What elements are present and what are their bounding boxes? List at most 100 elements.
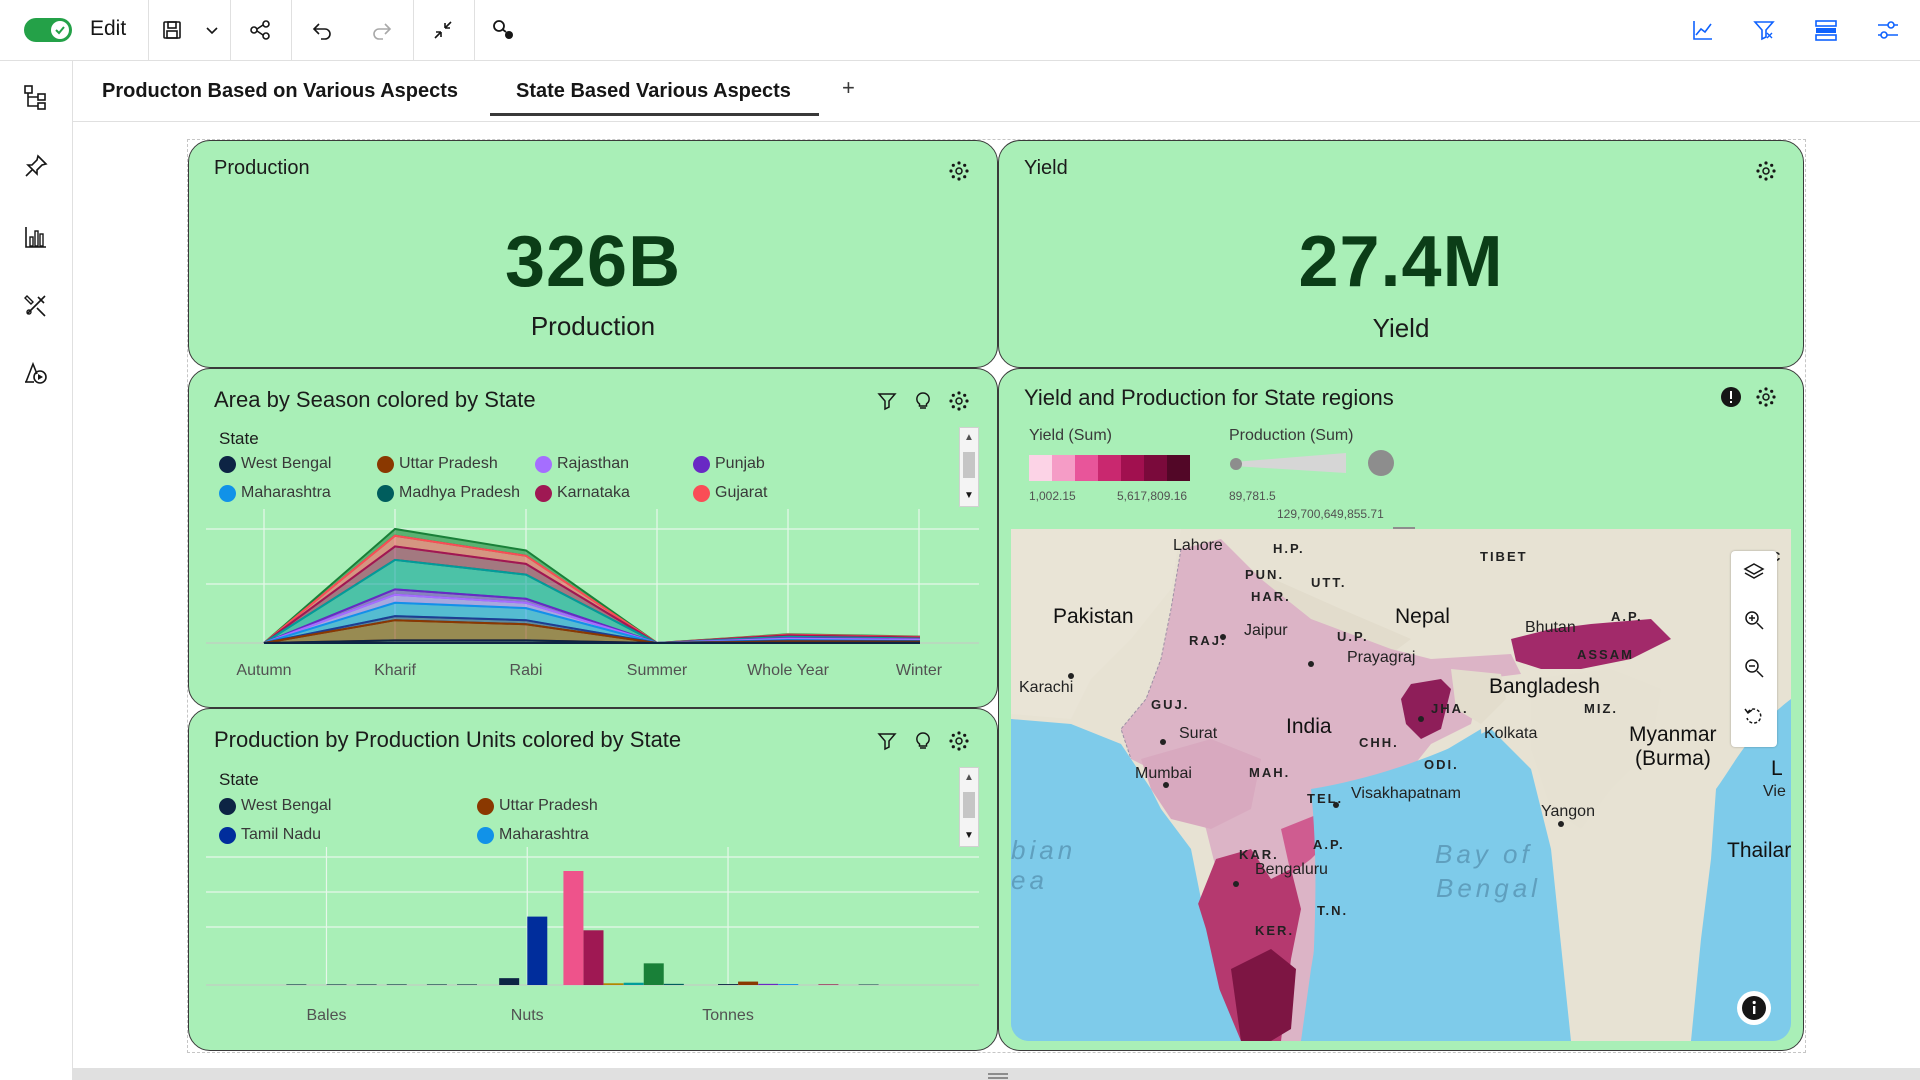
tab-production-aspects[interactable]: Producton Based on Various Aspects [102,80,458,103]
left-rail [0,61,73,1080]
kpi-label: Production [530,311,656,341]
data-layers-icon[interactable] [1811,15,1841,45]
settings-icon[interactable] [947,159,971,183]
yield-swatch [1075,455,1098,481]
map-label-mumbai: Mumbai [1135,765,1192,782]
map-label-jha: JHA. [1431,701,1469,716]
map-label-bengaluru: Bengaluru [1255,861,1328,878]
map-label-karachi: Karachi [1019,679,1074,696]
data-sources-icon[interactable] [488,15,518,45]
x-tick-label: Bales [306,1007,346,1024]
edit-toggle[interactable] [24,18,72,42]
area-chart-card[interactable]: Area by Season colored by State State We… [188,368,998,708]
bar [718,984,739,985]
bar [738,981,759,985]
map-label-kolkata: Kolkata [1484,725,1538,742]
add-tab-button[interactable]: + [842,75,855,101]
x-tick-label: Tonnes [702,1007,754,1024]
widgets-icon[interactable] [20,357,52,389]
settings-icon[interactable] [1754,159,1778,183]
tab-state-aspects[interactable]: State Based Various Aspects [516,80,791,103]
x-tick-label: Autumn [236,662,291,679]
map-label-mah: MAH. [1249,765,1291,780]
map-label-prayagraj: Prayagraj [1347,649,1416,666]
bar [778,984,799,985]
save-icon[interactable] [157,15,187,45]
map-label-india: India [1286,715,1332,738]
resize-grip[interactable] [988,1073,1008,1075]
yield-color-scale [1029,455,1190,481]
yield-kpi-card[interactable]: Yield 27.4M Yield [998,140,1804,368]
card-title: Yield and Production for State regions [1024,385,1394,410]
hierarchy-icon[interactable] [20,81,52,113]
bar [356,984,377,985]
yield-swatch [1052,455,1075,481]
bar [758,983,779,985]
bar [426,984,447,985]
settings-icon[interactable] [1754,385,1778,409]
pin-icon[interactable] [20,150,52,182]
chevron-down-icon[interactable] [197,15,227,45]
bar [603,983,624,985]
bar-chart-plot: Bales Nuts Tonnes [206,847,979,1024]
zoom-out-icon[interactable] [1739,653,1769,683]
kpi-label: Yield [1372,313,1430,343]
bar [457,984,478,985]
kpi-value: 326B [504,222,682,302]
zoom-in-icon[interactable] [1739,605,1769,635]
map-label-up: U.P. [1337,629,1369,644]
map-label-guj: GUJ. [1151,697,1190,712]
bar [643,963,664,985]
toolbar-divider [413,0,414,60]
bar-chart-icon[interactable] [20,221,52,253]
map-label-pun: PUN. [1245,567,1285,582]
layers-icon[interactable] [1739,557,1769,587]
map-label-tibet: TIBET [1480,549,1528,564]
map-label-thailand-edge: Thailar [1727,839,1791,862]
map-label-arabian-1: bian [1011,835,1077,865]
bar-chart-card[interactable]: Production by Production Units colored b… [188,708,998,1051]
production-size-scale [1230,450,1394,476]
tools-icon[interactable] [20,289,52,321]
yield-legend-label: Yield (Sum) [1029,427,1112,444]
bar [563,871,584,985]
map-label-vietnam-edge: Vie [1763,783,1786,800]
line-chart-icon[interactable] [1688,15,1718,45]
x-tick-label: Summer [627,662,688,679]
active-tab-indicator [490,113,819,116]
map-label-burma: (Burma) [1635,747,1711,770]
production-min-label: 89,781.5 [1229,489,1276,503]
india-map[interactable]: Lahore H.P. PUN. HAR. UTT. TIBET C Pakis… [1011,529,1791,1041]
map-label-bengal-sea: Bengal [1436,873,1541,903]
production-max-label: 129,700,649,855.71 [1277,507,1384,521]
map-label-bhutan: Bhutan [1525,619,1576,636]
bar [386,984,407,985]
map-label-tel: TEL. [1307,791,1344,806]
yield-swatch [1167,455,1190,481]
map-controls [1731,551,1777,747]
undo-icon[interactable] [307,15,337,45]
share-icon[interactable] [245,15,275,45]
map-label-raj: RAJ. [1189,633,1227,648]
bar [583,930,604,985]
top-toolbar: Edit [0,0,1920,61]
bar [527,916,548,985]
production-kpi-card[interactable]: Production 326B Production [188,140,998,368]
settings-sliders-icon[interactable] [1873,15,1903,45]
map-label-har: HAR. [1251,589,1291,604]
map-label-bangladesh: Bangladesh [1489,675,1600,698]
map-label-lahore: Lahore [1173,537,1223,554]
map-label-nepal: Nepal [1395,605,1450,628]
map-card[interactable]: Yield and Production for State regions Y… [998,368,1804,1051]
map-label-surat: Surat [1179,725,1218,742]
toolbar-divider [291,0,292,60]
map-label-utt: UTT. [1311,575,1347,590]
collapse-icon[interactable] [428,15,458,45]
yield-swatch [1098,455,1121,481]
warning-icon[interactable] [1719,385,1743,409]
filter-icon[interactable] [1749,15,1779,45]
map-info-button[interactable] [1737,991,1771,1025]
map-label-hp: H.P. [1273,541,1305,556]
redo-icon[interactable] [367,15,397,45]
reset-view-icon[interactable] [1739,701,1769,731]
